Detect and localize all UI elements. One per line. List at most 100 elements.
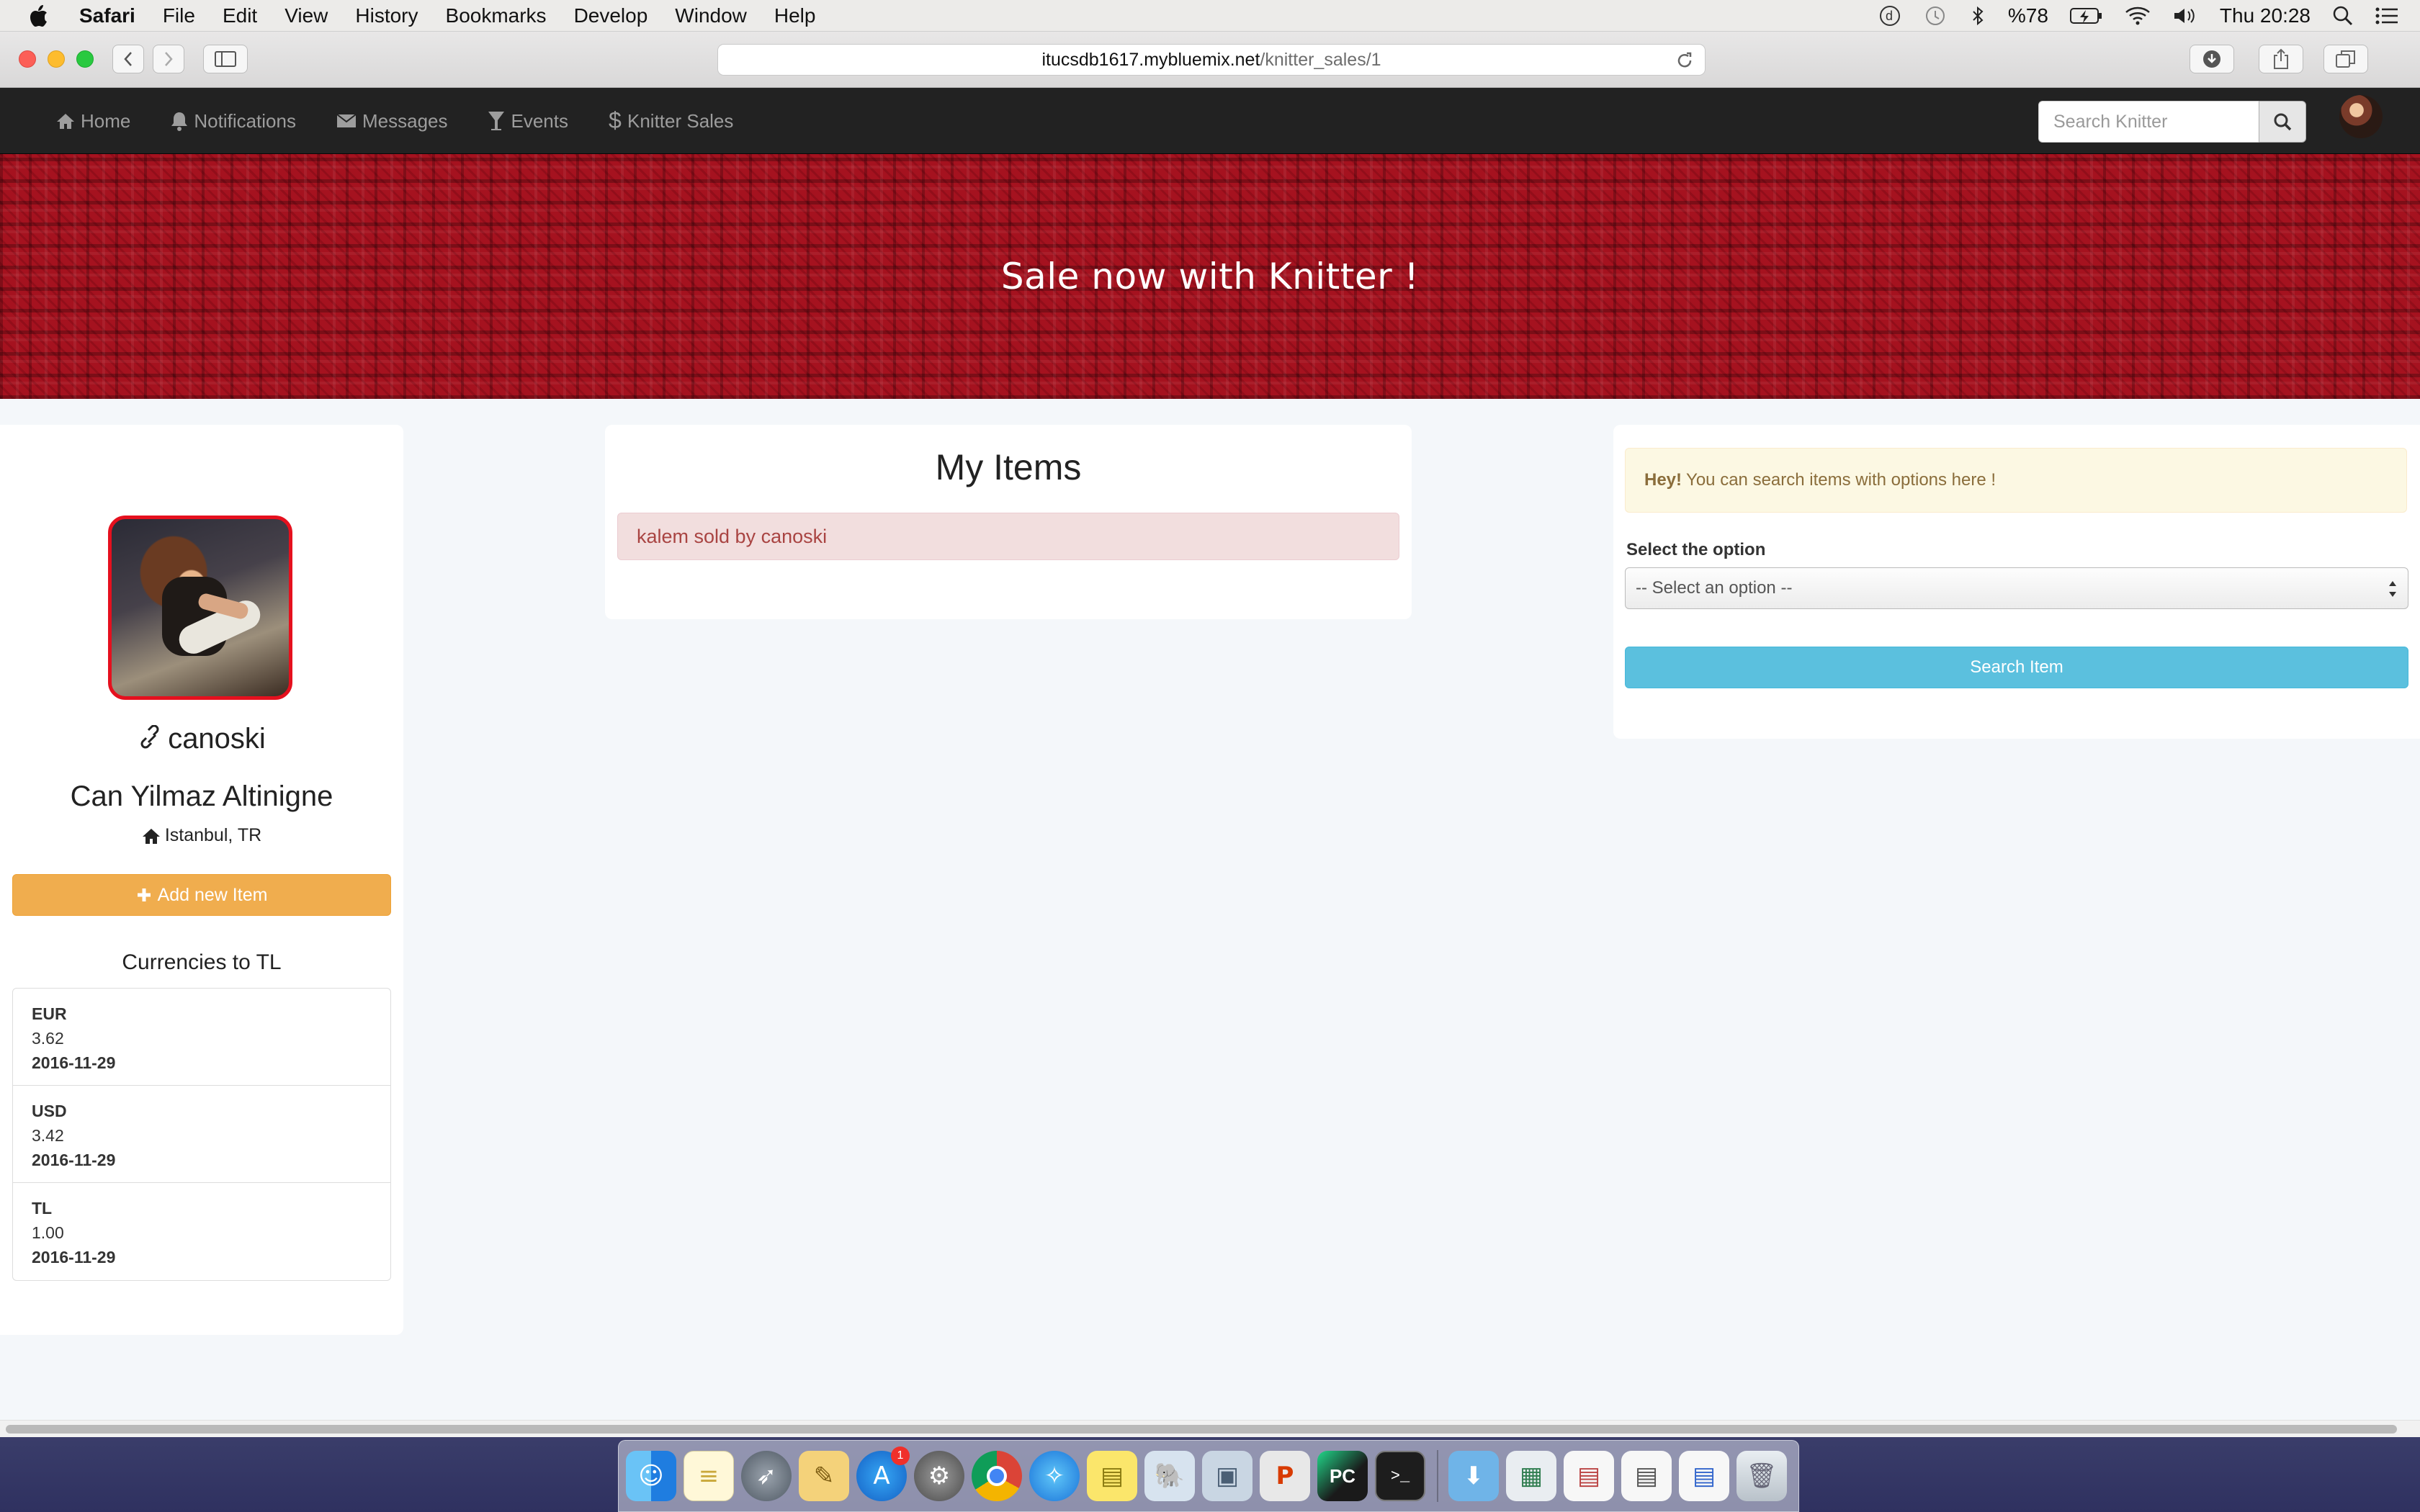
menu-app-name[interactable]: Safari — [79, 4, 135, 27]
site-navbar: Home Notifications Messages Events $ Kni… — [0, 88, 2420, 154]
option-select-value: -- Select an option -- — [1636, 578, 1793, 598]
document-stack-icon[interactable]: ▤ — [1564, 1451, 1614, 1501]
nav-search-button[interactable] — [2259, 101, 2306, 143]
wifi-icon[interactable] — [2125, 0, 2151, 32]
currency-rate: 3.42 — [32, 1126, 64, 1145]
currencies-title: Currencies to TL — [122, 950, 282, 974]
dollar-icon: $ — [609, 109, 622, 132]
currency-rate: 1.00 — [32, 1223, 64, 1242]
launchpad-icon[interactable]: ➶ — [741, 1451, 792, 1501]
profile-panel: canoski Can Yilmaz Altinigne Istanbul, T… — [0, 425, 403, 1335]
select-arrows-icon — [2389, 581, 2396, 597]
sidebar-toggle-button[interactable] — [203, 45, 248, 73]
reload-icon[interactable] — [1675, 50, 1695, 71]
currency-code: EUR — [32, 1004, 67, 1023]
currency-date: 2016-11-29 — [32, 1053, 116, 1072]
nav-home[interactable]: Home — [56, 110, 130, 132]
nav-home-label: Home — [81, 109, 131, 132]
bell-icon — [171, 112, 188, 131]
currency-code: TL — [32, 1199, 53, 1218]
address-bar[interactable]: itucsdb1617.mybluemix.net/knitter_sales/… — [717, 44, 1706, 76]
document-stack-icon[interactable]: ▤ — [1679, 1451, 1729, 1501]
back-button[interactable] — [112, 45, 144, 73]
nav-knitter-sales[interactable]: $ Knitter Sales — [609, 109, 733, 132]
horizontal-scrollbar[interactable] — [0, 1420, 2420, 1437]
spotlight-icon[interactable] — [2332, 0, 2354, 32]
menu-bar: Safari File Edit View History Bookmarks … — [0, 0, 2420, 32]
menu-help[interactable]: Help — [774, 4, 816, 27]
app-store-badge: 1 — [891, 1446, 910, 1465]
option-select[interactable]: -- Select an option -- — [1625, 567, 2408, 609]
menu-develop[interactable]: Develop — [574, 4, 648, 27]
nav-messages[interactable]: Messages — [336, 110, 447, 132]
battery-charging-icon[interactable] — [2069, 0, 2103, 32]
profile-location: Istanbul, TR — [0, 825, 403, 846]
textedit-icon[interactable]: ✎ — [799, 1451, 849, 1501]
add-new-item-label: Add new Item — [157, 884, 268, 905]
menu-edit[interactable]: Edit — [223, 4, 257, 27]
bluetooth-icon[interactable] — [1969, 0, 1986, 32]
search-hint-text: You can search items with options here ! — [1686, 470, 1996, 490]
nav-knitter-sales-label: Knitter Sales — [627, 109, 734, 132]
svg-text:$: $ — [609, 109, 622, 132]
link-icon — [140, 724, 159, 748]
home-icon — [57, 114, 74, 129]
window-minimize-button[interactable] — [48, 50, 65, 68]
apple-menu-icon[interactable] — [29, 4, 58, 27]
currency-item-tl: TL 1.00 2016-11-29 — [13, 1183, 390, 1280]
tab-overview-button[interactable] — [2323, 45, 2368, 73]
terminal-icon[interactable]: >_ — [1375, 1451, 1425, 1501]
share-button[interactable] — [2259, 45, 2303, 73]
horizontal-scrollbar-thumb[interactable] — [6, 1425, 2397, 1434]
downloads-button[interactable] — [2190, 45, 2234, 73]
stickies-icon[interactable]: ▤ — [1087, 1451, 1137, 1501]
postgresql-icon[interactable]: 🐘 — [1144, 1451, 1195, 1501]
currency-date: 2016-11-29 — [32, 1248, 116, 1266]
select-option-label: Select the option — [1626, 540, 1766, 559]
volume-icon[interactable] — [2172, 0, 2198, 32]
menu-history[interactable]: History — [355, 4, 418, 27]
sold-item-alert[interactable]: kalem sold by canoski — [617, 513, 1399, 560]
add-new-item-button[interactable]: Add new Item — [12, 874, 391, 916]
browser-toolbar: itucsdb1617.mybluemix.net/knitter_sales/… — [0, 32, 2420, 117]
safari-icon[interactable]: ✧ — [1029, 1451, 1080, 1501]
downloads-folder-icon[interactable]: ⬇ — [1448, 1451, 1499, 1501]
app-store-icon[interactable]: A1 — [856, 1446, 910, 1501]
preview-icon[interactable]: ▣ — [1202, 1451, 1252, 1501]
window-close-button[interactable] — [19, 50, 36, 68]
menubar-clock[interactable]: Thu 20:28 — [2220, 0, 2311, 32]
chevron-left-icon — [124, 52, 132, 66]
finder-icon[interactable]: ☺ — [626, 1451, 676, 1501]
profile-username[interactable]: canoski — [0, 723, 403, 755]
menu-bookmarks[interactable]: Bookmarks — [446, 4, 547, 27]
system-preferences-icon[interactable]: ⚙ — [914, 1451, 964, 1501]
search-items-panel: Hey! You can search items with options h… — [1613, 425, 2420, 739]
trash-icon[interactable]: 🗑 — [1736, 1451, 1787, 1501]
dashlane-icon[interactable]: d — [1878, 0, 1901, 32]
nav-notifications[interactable]: Notifications — [171, 110, 296, 132]
user-avatar[interactable] — [2339, 95, 2383, 138]
menu-view[interactable]: View — [284, 4, 328, 27]
screenshot-stack-icon[interactable]: ▦ — [1506, 1451, 1556, 1501]
notes-icon[interactable]: ≡ — [684, 1451, 734, 1501]
powerpoint-icon[interactable]: P — [1260, 1451, 1310, 1501]
pycharm-icon[interactable]: PC — [1317, 1451, 1368, 1501]
menu-window[interactable]: Window — [675, 4, 747, 27]
window-zoom-button[interactable] — [76, 50, 94, 68]
forward-button[interactable] — [153, 45, 184, 73]
currency-rate: 3.62 — [32, 1029, 64, 1048]
share-icon — [2274, 48, 2288, 69]
search-hint-alert: Hey! You can search items with options h… — [1625, 448, 2407, 513]
my-items-panel: My Items kalem sold by canoski — [605, 425, 1412, 619]
time-machine-icon[interactable] — [1923, 0, 1948, 32]
chrome-icon[interactable] — [972, 1451, 1022, 1501]
search-item-button[interactable]: Search Item — [1625, 647, 2408, 688]
nav-search-input[interactable] — [2038, 101, 2259, 143]
menu-file[interactable]: File — [163, 4, 195, 27]
document-stack-icon[interactable]: ▤ — [1621, 1451, 1672, 1501]
currency-code: USD — [32, 1102, 67, 1120]
currency-date: 2016-11-29 — [32, 1151, 116, 1169]
nav-events[interactable]: Events — [488, 110, 568, 132]
notification-center-icon[interactable] — [2375, 0, 2398, 32]
profile-picture — [108, 516, 292, 700]
